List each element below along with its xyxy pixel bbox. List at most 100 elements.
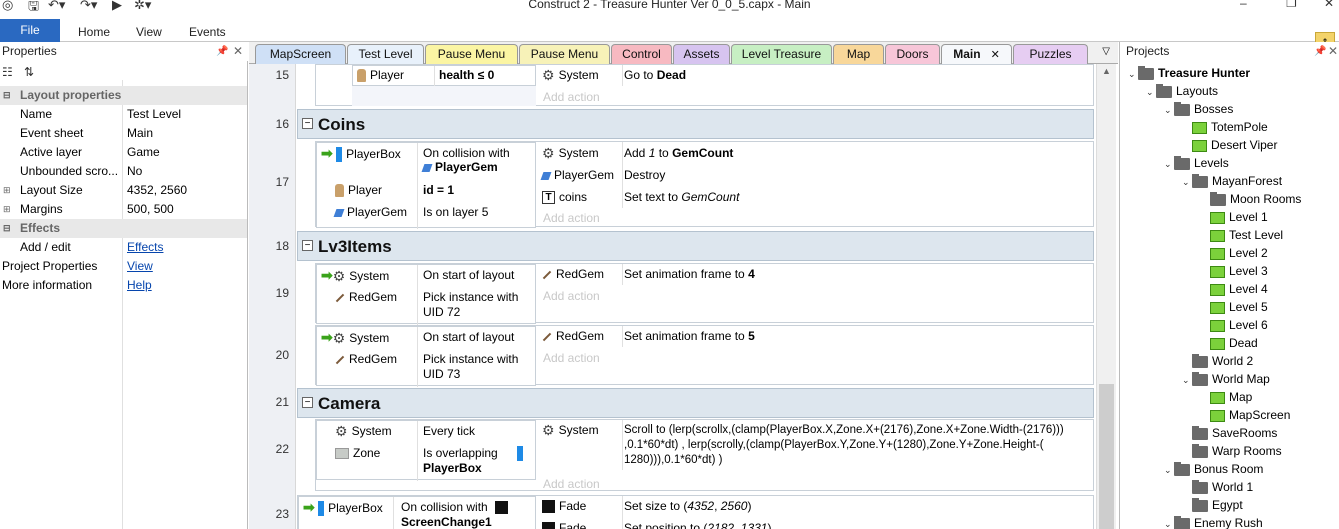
- close-button[interactable]: ✕: [1324, 0, 1334, 10]
- condition-row[interactable]: ➡ PlayerBox On collision with PlayerGem: [321, 143, 537, 177]
- editor-tab[interactable]: Main ✕: [941, 44, 1012, 65]
- tree-layout-item[interactable]: Desert Viper: [1182, 136, 1277, 154]
- expand-property-icon[interactable]: ⊞: [3, 200, 11, 219]
- tree-expand-icon[interactable]: ⌄: [1128, 65, 1138, 83]
- tree-expand-icon[interactable]: ⌄: [1182, 371, 1192, 389]
- tree-expand-icon[interactable]: ⌄: [1164, 101, 1174, 119]
- collapse-category-icon[interactable]: ⊟: [3, 219, 11, 238]
- property-row[interactable]: Add / edit Effects: [0, 238, 247, 257]
- tree-layout-item[interactable]: Map: [1200, 388, 1252, 406]
- property-link[interactable]: View: [127, 257, 153, 276]
- condition-row[interactable]: ⚙ System Every tick: [321, 421, 537, 442]
- editor-tab[interactable]: Level Treasure: [731, 44, 832, 64]
- property-link[interactable]: Effects: [127, 238, 163, 257]
- tree-folder-item[interactable]: Egypt: [1182, 496, 1243, 514]
- add-action-link[interactable]: Add action: [543, 289, 600, 303]
- event-sheet-scrollbar[interactable]: ▲: [1096, 64, 1116, 529]
- editor-tab[interactable]: Pause Menu: [425, 44, 518, 64]
- event-row-17[interactable]: ➡ PlayerBox On collision with PlayerGem …: [315, 141, 1094, 229]
- tree-folder-item[interactable]: SaveRooms: [1182, 424, 1277, 442]
- tree-folder-item[interactable]: ⌄ Bonus Room: [1164, 460, 1263, 478]
- minimize-button[interactable]: –: [1240, 0, 1247, 10]
- tree-folder-item[interactable]: ⌄ Bosses: [1164, 100, 1233, 118]
- tree-expand-icon[interactable]: ⌄: [1164, 461, 1174, 479]
- property-row[interactable]: Name Test Level: [0, 105, 247, 124]
- file-menu-button[interactable]: File: [0, 19, 60, 42]
- tree-expand-icon[interactable]: ⌄: [1182, 173, 1192, 191]
- add-action-link[interactable]: Add action: [543, 211, 600, 225]
- event-row-19[interactable]: ➡⚙ System On start of layout RedGem Pick …: [315, 263, 1094, 325]
- property-category[interactable]: ⊟ Layout properties: [0, 86, 247, 105]
- tree-layout-item[interactable]: Level 1: [1200, 208, 1268, 226]
- maximize-button[interactable]: ❐: [1286, 0, 1297, 10]
- tree-folder-item[interactable]: ⌄ Levels: [1164, 154, 1229, 172]
- tree-folder-item[interactable]: Moon Rooms: [1200, 190, 1301, 208]
- tree-layout-item[interactable]: Level 4: [1200, 280, 1268, 298]
- tree-expand-icon[interactable]: ⌄: [1146, 83, 1156, 101]
- editor-tab[interactable]: Assets: [673, 44, 730, 64]
- action-row[interactable]: ⚙ System Go to Dead: [542, 65, 1092, 86]
- tree-layout-item[interactable]: Dead: [1200, 334, 1258, 352]
- condition-row[interactable]: ➡⚙ System On start of layout: [321, 327, 537, 348]
- editor-tab[interactable]: Map: [833, 44, 884, 64]
- action-row[interactable]: PlayerGem Destroy: [540, 165, 1092, 186]
- condition-block[interactable]: ➡⚙ System On start of layout RedGem Pick …: [316, 264, 537, 325]
- pin-icon[interactable]: 📌: [1314, 42, 1326, 61]
- tree-folder-item[interactable]: World 2: [1182, 352, 1253, 370]
- editor-tab[interactable]: MapScreen: [255, 44, 346, 64]
- editor-tab[interactable]: Puzzles: [1013, 44, 1088, 64]
- event-row-15[interactable]: Player health ≤ 0 ⚙ System Go to Dead Add…: [315, 64, 1094, 106]
- collapse-category-icon[interactable]: ⊟: [3, 86, 11, 105]
- close-panel-icon[interactable]: ✕: [233, 42, 243, 61]
- tree-layout-item[interactable]: TotemPole: [1182, 118, 1268, 136]
- scroll-up-icon[interactable]: ▲: [1102, 66, 1111, 76]
- event-row-23[interactable]: ➡ PlayerBox On collision with ScreenChan…: [297, 495, 1094, 529]
- close-panel-icon[interactable]: ✕: [1328, 42, 1338, 61]
- tree-folder-item[interactable]: ⌄ Enemy Rush: [1164, 514, 1263, 529]
- condition-row[interactable]: RedGem Pick instance with UID 72: [321, 287, 537, 323]
- tree-folder-item[interactable]: ⌄ Treasure Hunter: [1128, 64, 1250, 82]
- event-row-20[interactable]: ➡⚙ System On start of layout RedGem Pick …: [315, 325, 1094, 387]
- group-lv3items[interactable]: − Lv3Items: [297, 231, 1094, 261]
- property-link[interactable]: Help: [127, 276, 152, 295]
- property-row[interactable]: Event sheet Main: [0, 124, 247, 143]
- ribbon-tab-view[interactable]: View: [136, 25, 162, 39]
- action-row[interactable]: Tcoins Set text to GemCount: [542, 187, 1092, 208]
- condition-row[interactable]: PlayerGem Is on layer 5: [321, 202, 537, 223]
- tree-layout-item[interactable]: Level 2: [1200, 244, 1268, 262]
- add-action-link[interactable]: Add action: [543, 90, 600, 104]
- tree-expand-icon[interactable]: ⌄: [1164, 515, 1174, 529]
- condition-row[interactable]: Player id = 1: [321, 180, 537, 201]
- ribbon-tab-home[interactable]: Home: [78, 25, 110, 39]
- tree-layout-item[interactable]: Test Level: [1200, 226, 1283, 244]
- condition-row[interactable]: ➡ PlayerBox On collision with ScreenChan…: [303, 497, 537, 529]
- condition-row[interactable]: ➡⚙ System On start of layout: [321, 265, 537, 286]
- condition-block[interactable]: ➡ PlayerBox On collision with PlayerGem …: [316, 142, 537, 229]
- categorized-view-icon[interactable]: ☷: [2, 65, 13, 79]
- scrollbar-thumb[interactable]: [1099, 384, 1114, 529]
- tree-layout-item[interactable]: Level 5: [1200, 298, 1268, 316]
- tree-layout-item[interactable]: Level 6: [1200, 316, 1268, 334]
- property-row[interactable]: Unbounded scro... No: [0, 162, 247, 181]
- property-category[interactable]: ⊟ Effects: [0, 219, 247, 238]
- sort-alpha-icon[interactable]: ⇅: [24, 65, 34, 79]
- collapse-group-icon[interactable]: −: [302, 397, 313, 408]
- condition-row[interactable]: Zone Is overlapping PlayerBox: [321, 443, 537, 479]
- collapse-group-icon[interactable]: −: [302, 240, 313, 251]
- action-row[interactable]: RedGem Set animation frame to 4: [542, 264, 1092, 285]
- pin-icon[interactable]: 📌: [216, 42, 228, 61]
- condition-block[interactable]: ➡ PlayerBox On collision with ScreenChan…: [298, 496, 536, 529]
- condition-block[interactable]: ➡⚙ System On start of layout RedGem Pick …: [316, 326, 537, 387]
- property-row[interactable]: ⊞ Margins 500, 500: [0, 200, 247, 219]
- collapse-group-icon[interactable]: −: [302, 118, 313, 129]
- tree-expand-icon[interactable]: ⌄: [1164, 155, 1174, 173]
- action-row[interactable]: Fade Set size to (4352, 2560): [542, 496, 1092, 517]
- tree-layout-item[interactable]: MapScreen: [1200, 406, 1290, 424]
- editor-tab[interactable]: Pause Menu: [519, 44, 610, 64]
- tree-folder-item[interactable]: ⌄ World Map: [1182, 370, 1270, 388]
- action-row[interactable]: ⚙ System Scroll to (lerp(scrollx,(clamp(P…: [542, 420, 1092, 468]
- event-row-22[interactable]: ⚙ System Every tick Zone Is overlapping P…: [315, 419, 1094, 491]
- property-row[interactable]: Project Properties View: [0, 257, 247, 276]
- property-row[interactable]: More information Help: [0, 276, 247, 295]
- tree-layout-item[interactable]: Level 3: [1200, 262, 1268, 280]
